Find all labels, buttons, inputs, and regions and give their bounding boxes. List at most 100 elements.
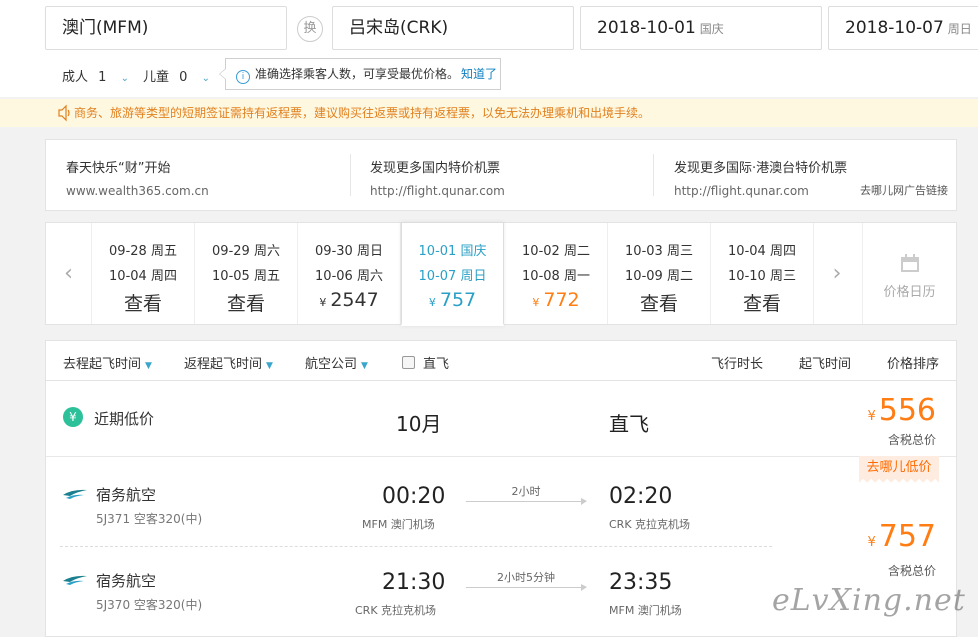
direct-checkbox[interactable] [402, 356, 415, 369]
date-cell-price: 查看 [123, 293, 162, 315]
qunar-low-price-tag: 去哪儿低价 [859, 456, 939, 483]
depart-airport: MFM 澳门机场 [362, 518, 435, 531]
date-cell-depart: 10-02 周二 [522, 244, 590, 259]
date-cell-depart: 10-04 周四 [728, 244, 796, 259]
date-cell[interactable]: 10-04 周四 10-10 周三 查看 [711, 223, 814, 324]
return-date-note: 周日 [947, 22, 972, 36]
date-cell[interactable]: 10-02 周二 10-08 周一 ¥772 [505, 223, 608, 324]
low-price-tax-note: 含税总价 [887, 433, 936, 447]
date-cell-return: 10-06 周六 [315, 269, 383, 284]
swap-cities-button[interactable]: 换 [297, 16, 323, 42]
low-price-amount[interactable]: ¥556 [867, 393, 936, 428]
airline-name: 宿务航空 [96, 486, 157, 504]
search-bar: 澳门(MFM) 换 吕宋岛(CRK) 2018-10-01 国庆 2018-10-… [0, 0, 978, 97]
from-city-value: 澳门(MFM) [62, 18, 149, 38]
chevron-down-icon: ⌄ [201, 73, 210, 84]
chevron-down-icon: ▼ [266, 361, 273, 371]
date-cell[interactable]: 09-28 周五 10-04 周四 查看 [92, 223, 195, 324]
date-cell-depart: 09-29 周六 [212, 244, 280, 259]
tip-text: 准确选择乘客人数，可享受最优价格。 [255, 67, 460, 81]
speaker-icon [58, 104, 70, 122]
flight-duration: 2小时 [511, 485, 541, 498]
date-cell-depart: 09-30 周日 [315, 244, 383, 259]
date-cell-depart: 09-28 周五 [109, 244, 177, 259]
flight-duration: 2小时5分钟 [497, 571, 555, 584]
date-cell-price: 查看 [639, 293, 678, 315]
divider [60, 546, 772, 547]
date-cell-return: 10-10 周三 [728, 269, 796, 284]
date-cell[interactable]: 09-30 周日 10-06 周六 ¥2547 [298, 223, 401, 324]
airline-name: 宿务航空 [96, 572, 157, 590]
to-city-value: 吕宋岛(CRK) [349, 18, 449, 38]
depart-time: 21:30 [382, 570, 446, 595]
return-date-value: 2018-10-07 [845, 18, 944, 38]
sort-price[interactable]: 价格排序 [887, 353, 939, 372]
children-label: 儿童 [143, 70, 170, 85]
ad-title: 春天快乐“财”开始 [66, 161, 171, 176]
filter-airline-label: 航空公司 [305, 357, 358, 372]
chevron-down-icon: ▼ [361, 361, 368, 371]
ad-banner: 春天快乐“财”开始 www.wealth365.com.cn 发现更多国内特价机… [45, 139, 957, 211]
ad-item[interactable]: 发现更多国内特价机票 http://flight.qunar.com [370, 157, 650, 198]
filter-go-time-label: 去程起飞时间 [63, 357, 142, 372]
depart-date-note: 国庆 [699, 22, 724, 36]
result-tax-note: 含税总价 [887, 564, 936, 578]
date-cell-price: 查看 [742, 293, 781, 315]
tip-dismiss-link[interactable]: 知道了 [461, 67, 497, 81]
date-cell-depart: 10-03 周三 [625, 244, 693, 259]
filter-airline[interactable]: 航空公司 ▼ [305, 353, 368, 372]
adults-value: 1 [98, 70, 107, 85]
ad-title: 发现更多国内特价机票 [370, 161, 501, 176]
chevron-left-icon[interactable]: ‹ [46, 223, 92, 324]
chevron-down-icon: ▼ [145, 361, 152, 371]
return-date-field[interactable]: 2018-10-07 周日 [828, 6, 978, 50]
date-cell-return: 10-04 周四 [109, 269, 177, 284]
airline-logo-icon [63, 575, 87, 585]
result-price[interactable]: ¥757 [867, 519, 936, 554]
sort-depart-time[interactable]: 起飞时间 [799, 353, 851, 372]
filter-return-time-label: 返程起飞时间 [184, 357, 263, 372]
ad-url: http://flight.qunar.com [370, 184, 505, 198]
filter-go-time[interactable]: 去程起飞时间 ▼ [63, 353, 152, 372]
arrive-time: 23:35 [609, 570, 673, 595]
divider [350, 154, 351, 196]
date-cell-depart: 10-01 国庆 [418, 244, 487, 259]
divider [653, 154, 654, 196]
children-select[interactable]: 儿童 0 ⌄ [143, 66, 210, 85]
ad-link[interactable]: 去哪儿网广告链接 [860, 182, 948, 198]
date-cell[interactable]: 10-03 周三 10-09 周二 查看 [608, 223, 711, 324]
date-cell-price: 2547 [330, 289, 379, 311]
chevron-right-icon[interactable]: › [814, 223, 860, 324]
filter-direct-label: 直飞 [423, 357, 450, 372]
flight-number: 5J371 空客320(中) [96, 512, 203, 526]
ad-url: www.wealth365.com.cn [66, 184, 209, 198]
currency-symbol: ¥ [319, 296, 327, 309]
low-price-label: 近期低价 [94, 410, 155, 428]
flight-number: 5J370 空客320(中) [96, 598, 203, 612]
depart-date-field[interactable]: 2018-10-01 国庆 [580, 6, 822, 50]
divider [46, 456, 956, 457]
date-cell-price-wrap: ¥772 [505, 289, 607, 311]
from-city-field[interactable]: 澳门(MFM) [45, 6, 287, 50]
visa-notice: 商务、旅游等类型的短期签证需持有返程票，建议购买往返票或持有返程票，以免无法办理… [0, 99, 978, 127]
filter-direct[interactable]: 直飞 [402, 353, 449, 372]
date-cell[interactable]: 09-29 周六 10-05 周五 查看 [195, 223, 298, 324]
sort-duration[interactable]: 飞行时长 [711, 353, 763, 372]
filter-bar: 去程起飞时间 ▼ 返程起飞时间 ▼ 航空公司 ▼ 直飞 飞行时长 起飞时间 价格排序 [45, 340, 957, 380]
filter-return-time[interactable]: 返程起飞时间 ▼ [184, 353, 273, 372]
depart-airport: CRK 克拉克机场 [355, 604, 437, 617]
currency-symbol: ¥ [428, 296, 436, 309]
adults-select[interactable]: 成人 1 ⌄ [62, 66, 129, 85]
date-cell-selected[interactable]: 10-01 国庆 10-07 周日 ¥757 [401, 222, 504, 326]
low-price-month: 10月 [396, 412, 442, 436]
to-city-field[interactable]: 吕宋岛(CRK) [332, 6, 574, 50]
info-icon: i [236, 70, 250, 84]
low-price-value: 556 [878, 393, 936, 428]
duration-arrow [466, 498, 587, 505]
price-calendar-label: 价格日历 [883, 285, 936, 300]
price-calendar-button[interactable]: 价格日历 [862, 223, 956, 324]
passenger-tip: i 准确选择乘客人数，可享受最优价格。 知道了 [219, 58, 501, 90]
duration-arrow [466, 584, 587, 591]
arrive-time: 02:20 [609, 484, 673, 509]
ad-item[interactable]: 春天快乐“财”开始 www.wealth365.com.cn [66, 157, 346, 198]
